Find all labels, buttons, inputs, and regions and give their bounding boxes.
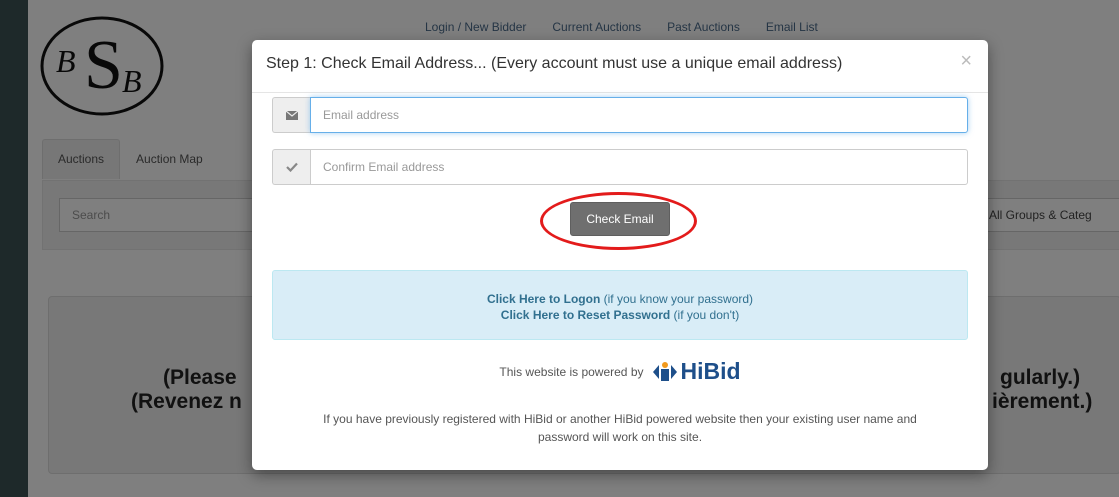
envelope-icon [272, 97, 310, 133]
registration-footnote: If you have previously registered with H… [252, 410, 988, 446]
logon-link[interactable]: Click Here to Logon [487, 292, 600, 306]
hibid-brand: HiBid [680, 358, 741, 384]
reset-note: (if you don't) [673, 308, 740, 322]
hibid-logo-icon [652, 361, 677, 381]
powered-by: This website is powered by HiBid [252, 358, 988, 385]
check-email-modal: Step 1: Check Email Address... (Every ac… [252, 40, 988, 470]
hibid-logo[interactable]: HiBid [652, 358, 741, 385]
email-input-group [272, 97, 968, 133]
email-field[interactable] [310, 97, 968, 133]
highlight-ring [540, 192, 697, 250]
footnote-line-1: If you have previously registered with H… [323, 412, 917, 426]
powered-by-text: This website is powered by [499, 364, 644, 379]
login-help-box: Click Here to Logon (if you know your pa… [272, 270, 968, 340]
footnote-line-2: password will work on this site. [537, 430, 703, 444]
logon-note: (if you know your password) [603, 292, 754, 306]
confirm-email-field[interactable] [310, 149, 968, 185]
confirm-email-input-group [272, 149, 968, 185]
reset-password-link[interactable]: Click Here to Reset Password [501, 308, 670, 322]
modal-divider [252, 92, 988, 93]
close-icon[interactable]: × [960, 50, 972, 73]
modal-title: Step 1: Check Email Address... (Every ac… [266, 55, 843, 72]
checkmark-icon [272, 149, 310, 185]
page-background: B S B Login / New Bidder Current Auction… [0, 0, 1119, 497]
